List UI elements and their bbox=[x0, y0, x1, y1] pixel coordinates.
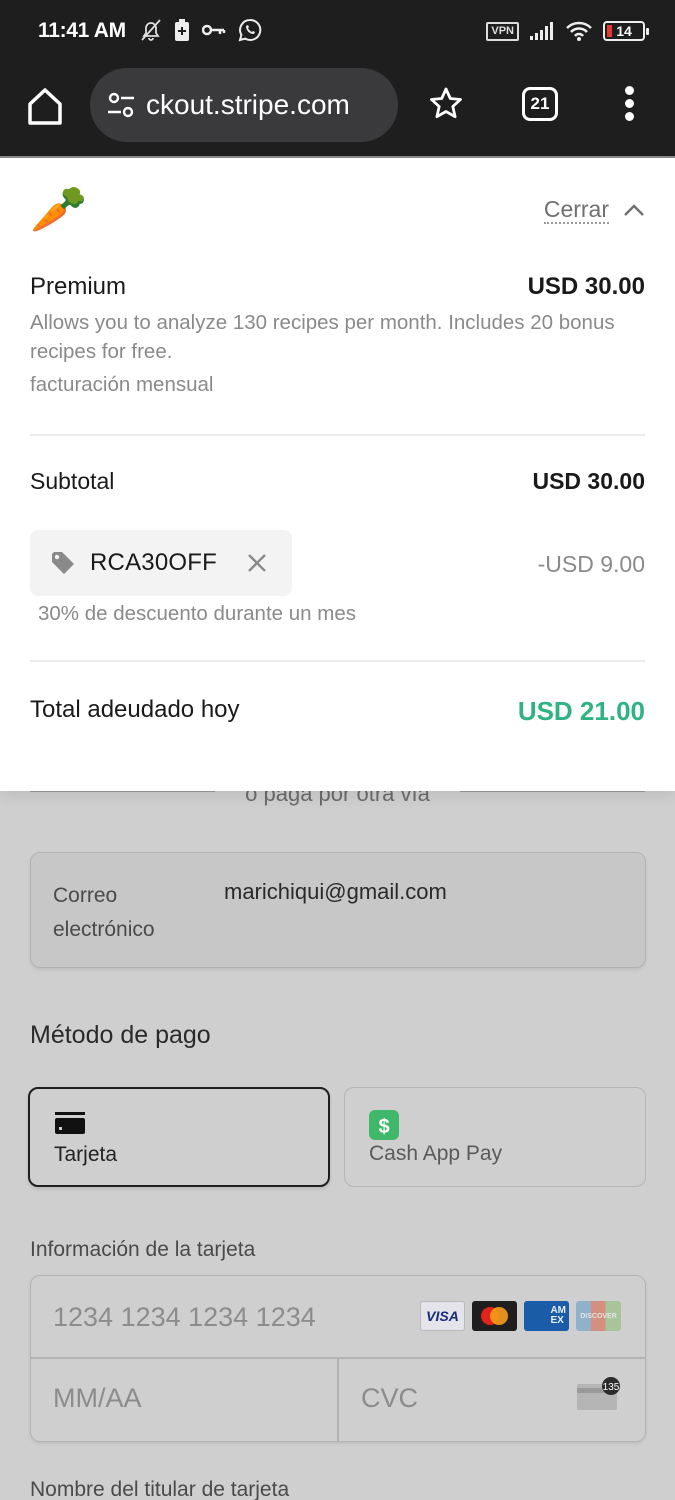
browser-menu-icon[interactable] bbox=[622, 86, 636, 126]
payment-method-title: Método de pago bbox=[30, 1021, 211, 1049]
wifi-icon bbox=[566, 21, 592, 41]
order-summary-panel: 🥕 Cerrar Premium USD 30.00 Allows you to… bbox=[0, 158, 675, 791]
card-cvc-input[interactable]: CVC bbox=[361, 1383, 418, 1414]
card-info-label: Información de la tarjeta bbox=[30, 1238, 256, 1261]
total-label: Total adeudado hoy bbox=[30, 696, 240, 723]
divider bbox=[337, 1358, 339, 1441]
tag-icon bbox=[52, 552, 74, 574]
discover-icon: DISCOVER bbox=[576, 1301, 621, 1331]
url-text[interactable]: ckout.stripe.com bbox=[146, 89, 350, 121]
close-summary-label[interactable]: Cerrar bbox=[543, 196, 609, 224]
divider bbox=[30, 660, 645, 662]
promo-description: 30% de descuento durante un mes bbox=[38, 602, 356, 625]
payment-method-label: Cash App Pay bbox=[369, 1142, 503, 1165]
card-brand-list: VISA AM EX DISCOVER bbox=[420, 1301, 621, 1331]
credit-card-icon bbox=[55, 1112, 85, 1134]
home-icon[interactable] bbox=[26, 86, 64, 126]
amex-icon: AM EX bbox=[524, 1301, 569, 1331]
separator-line bbox=[460, 791, 645, 792]
product-name: Premium bbox=[30, 273, 127, 300]
product-price: USD 30.00 bbox=[527, 273, 645, 300]
visa-icon: VISA bbox=[420, 1301, 465, 1331]
bell-off-icon bbox=[141, 19, 161, 41]
remove-promo-icon[interactable] bbox=[247, 553, 267, 573]
battery-indicator: 14 bbox=[603, 21, 649, 41]
status-time: 11:41 AM bbox=[38, 19, 126, 42]
chevron-up-icon[interactable] bbox=[623, 203, 645, 217]
promo-code-chip: RCA30OFF bbox=[30, 530, 292, 596]
key-icon bbox=[202, 24, 226, 36]
svg-text:$: $ bbox=[378, 1116, 389, 1138]
total-row: Total adeudado hoy USD 21.00 bbox=[30, 696, 645, 727]
line-item: Premium USD 30.00 bbox=[30, 273, 645, 301]
svg-text:135: 135 bbox=[603, 1382, 620, 1393]
email-label: Correo electrónico bbox=[53, 884, 155, 941]
cvc-hint-icon: 135 bbox=[577, 1377, 620, 1410]
signal-icon bbox=[530, 22, 553, 40]
browser-toolbar: ckout.stripe.com 21 bbox=[0, 64, 675, 158]
subtotal-label: Subtotal bbox=[30, 468, 115, 494]
subtotal-row: Subtotal USD 30.00 bbox=[30, 468, 645, 495]
tab-switcher-button[interactable]: 21 bbox=[522, 87, 558, 121]
carrot-logo-icon: 🥕 bbox=[30, 183, 88, 235]
product-description: Allows you to analyze 130 recipes per mo… bbox=[30, 311, 615, 363]
promo-code: RCA30OFF bbox=[90, 549, 217, 576]
discount-amount: -USD 9.00 bbox=[537, 551, 645, 577]
bookmark-star-icon[interactable] bbox=[428, 86, 464, 122]
payment-method-label: Tarjeta bbox=[54, 1143, 118, 1166]
vpn-indicator: VPN bbox=[486, 21, 519, 41]
battery-saver-icon bbox=[175, 19, 189, 41]
card-input-group: 1234 1234 1234 1234 VISA AM EX DISCOVER M… bbox=[30, 1275, 646, 1442]
cardholder-name-label: Nombre del titular de tarjeta bbox=[30, 1478, 290, 1500]
cash-app-icon: $ bbox=[369, 1110, 399, 1140]
address-bar[interactable]: ckout.stripe.com bbox=[90, 68, 398, 142]
divider bbox=[30, 434, 645, 436]
mastercard-icon bbox=[472, 1301, 517, 1331]
site-settings-icon[interactable] bbox=[106, 90, 136, 120]
status-bar: 11:41 AM VPN 14 bbox=[0, 0, 675, 64]
whatsapp-icon bbox=[238, 18, 262, 42]
payment-method-card[interactable]: Tarjeta bbox=[28, 1087, 330, 1187]
billing-frequency: facturación mensual bbox=[30, 373, 214, 396]
email-field[interactable]: Correo electrónico marichiqui@gmail.com bbox=[30, 852, 646, 968]
card-number-input[interactable]: 1234 1234 1234 1234 bbox=[53, 1302, 316, 1333]
email-value[interactable]: marichiqui@gmail.com bbox=[224, 879, 447, 905]
card-expiry-input[interactable]: MM/AA bbox=[53, 1383, 142, 1414]
subtotal-value: USD 30.00 bbox=[532, 468, 645, 494]
total-value: USD 21.00 bbox=[517, 696, 645, 726]
payment-method-cash-app[interactable]: $ Cash App Pay bbox=[344, 1087, 646, 1187]
close-summary-button[interactable]: Cerrar bbox=[543, 196, 645, 224]
